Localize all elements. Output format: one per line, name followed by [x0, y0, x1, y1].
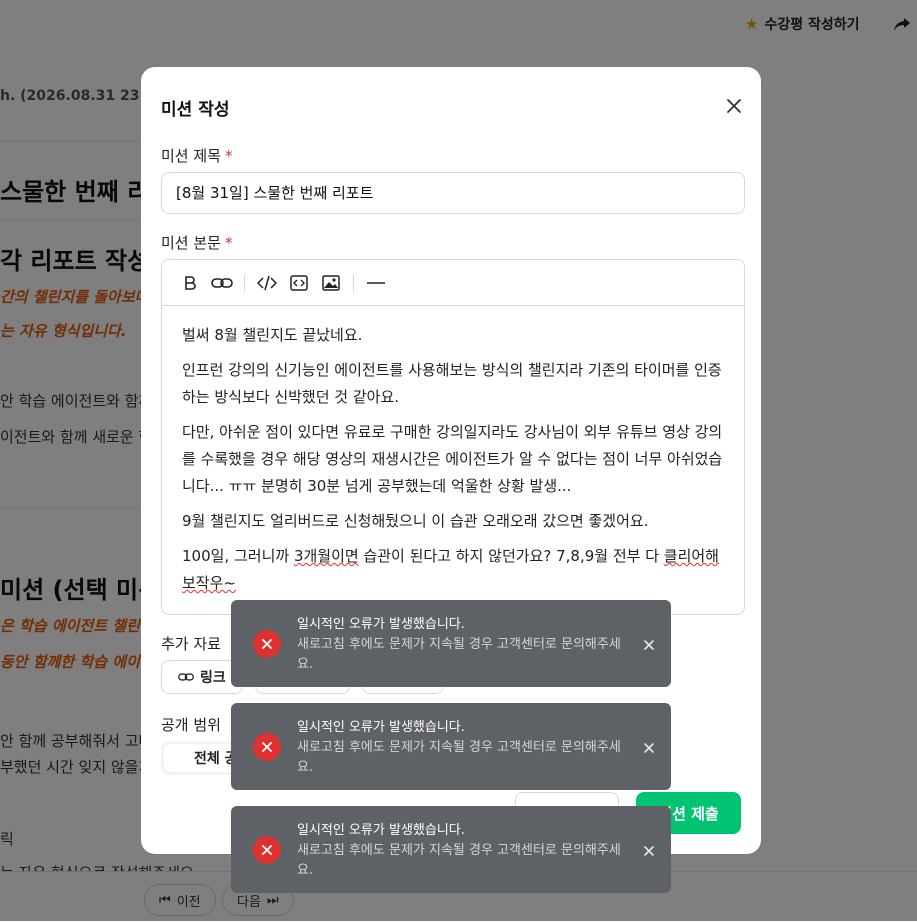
- toast-message: 새로고침 후에도 문제가 지속될 경우 고객센터로 문의해주세요.: [297, 843, 621, 878]
- toast-message: 새로고침 후에도 문제가 지속될 경우 고객센터로 문의해주세요.: [297, 637, 621, 672]
- toast-message: 새로고침 후에도 문제가 지속될 경우 고객센터로 문의해주세요.: [297, 740, 621, 775]
- paragraph: 벌써 8월 챌린지도 끝났네요.: [182, 326, 363, 344]
- text-run: 습관이 된다고 하지 않던가요? 7,8,9월 전부 다: [358, 547, 664, 565]
- toast-title: 일시적인 오류가 발생했습니다.: [297, 823, 465, 838]
- link-icon[interactable]: [206, 267, 238, 299]
- paragraph: 다만, 아쉬운 점이 있다면 유료로 구매한 강의일지라도 강사님이 외부 유튜…: [182, 423, 723, 495]
- link-icon: [178, 673, 194, 681]
- error-toast: 일시적인 오류가 발생했습니다. 새로고침 후에도 문제가 지속될 경우 고객센…: [231, 703, 671, 790]
- close-icon[interactable]: [641, 637, 657, 653]
- body-field-label: 미션 본문 *: [161, 232, 232, 253]
- text-run: 100일, 그러니까: [182, 547, 294, 565]
- close-icon[interactable]: [641, 843, 657, 859]
- error-toast: 일시적인 오류가 발생했습니다. 새로고침 후에도 문제가 지속될 경우 고객센…: [231, 806, 671, 893]
- paragraph: 인프런 강의의 신기능인 에이전트를 사용해보는 방식의 챌린지라 기존의 타이…: [182, 361, 722, 406]
- toast-title: 일시적인 오류가 발생했습니다.: [297, 617, 465, 632]
- title-label-text: 미션 제목: [161, 147, 221, 165]
- visibility-label: 공개 범위: [161, 716, 221, 734]
- bold-icon[interactable]: [174, 267, 206, 299]
- code-block-icon[interactable]: [283, 267, 315, 299]
- close-icon[interactable]: [725, 97, 743, 115]
- toolbar-separator: [244, 273, 245, 292]
- toolbar-separator: [353, 273, 354, 292]
- required-mark: *: [224, 147, 233, 165]
- modal-title: 미션 작성: [161, 100, 230, 120]
- body-label-text: 미션 본문: [161, 234, 221, 252]
- editor-toolbar: [162, 260, 744, 306]
- add-link-label: 링크: [200, 670, 226, 686]
- spellcheck-word: 3개월이면: [293, 547, 359, 565]
- code-icon[interactable]: [251, 267, 283, 299]
- image-icon[interactable]: [315, 267, 347, 299]
- error-icon: [253, 733, 281, 761]
- toast-title: 일시적인 오류가 발생했습니다.: [297, 720, 465, 735]
- paragraph: 100일, 그러니까 3개월이면 습관이 된다고 하지 않던가요? 7,8,9월…: [182, 543, 724, 597]
- required-mark: *: [224, 234, 233, 252]
- close-icon[interactable]: [641, 740, 657, 756]
- editor-content[interactable]: 벌써 8월 챌린지도 끝났네요. 인프런 강의의 신기능인 에이전트를 사용해보…: [162, 306, 744, 597]
- error-icon: [253, 630, 281, 658]
- title-field-label: 미션 제목 *: [161, 145, 232, 166]
- paragraph: 9월 챌린지도 얼리버드로 신청해뒀으니 이 습관 오래오래 갔으면 좋겠어요.: [182, 512, 649, 530]
- rich-text-editor[interactable]: 벌써 8월 챌린지도 끝났네요. 인프런 강의의 신기능인 에이전트를 사용해보…: [161, 259, 745, 615]
- horizontal-rule-icon[interactable]: [360, 267, 392, 299]
- mission-title-input[interactable]: [8월 31일] 스물한 번째 리포트: [161, 172, 745, 214]
- error-icon: [253, 836, 281, 864]
- error-toast: 일시적인 오류가 발생했습니다. 새로고침 후에도 문제가 지속될 경우 고객센…: [231, 600, 671, 687]
- attachments-label: 추가 자료: [161, 635, 221, 653]
